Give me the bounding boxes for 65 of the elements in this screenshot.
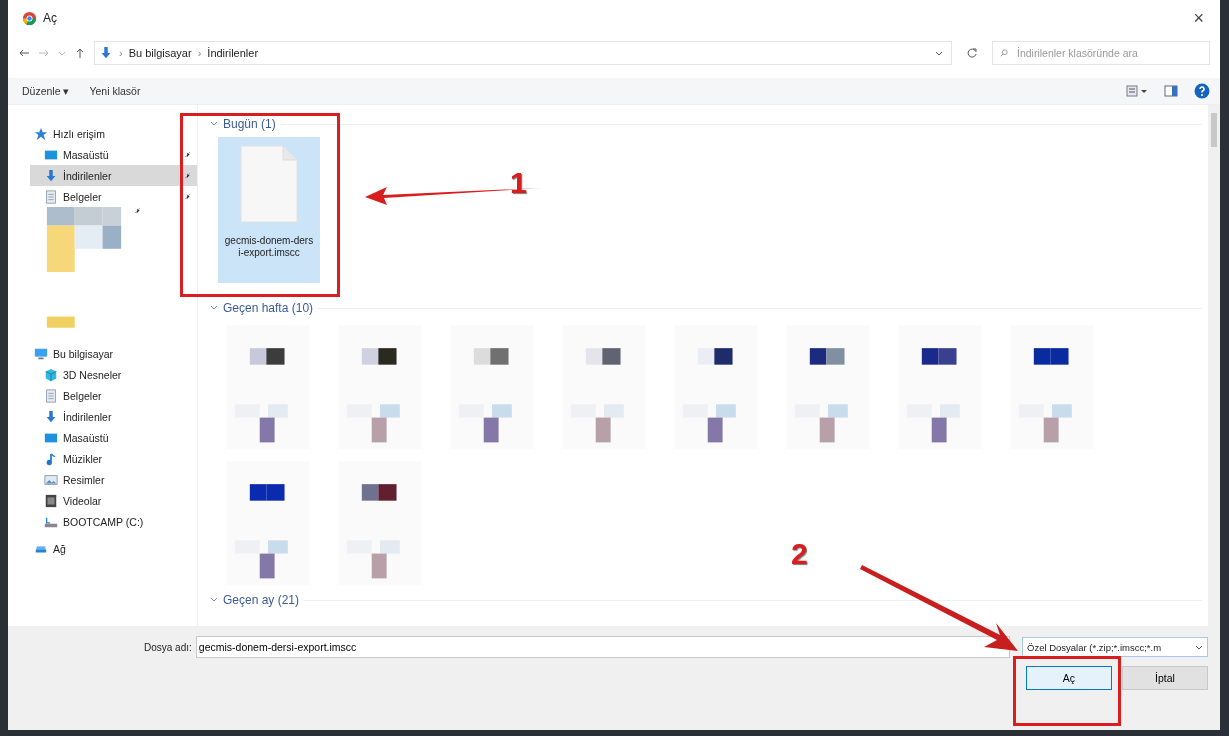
image-icon — [44, 472, 58, 487]
new-folder-button[interactable]: Yeni klasör — [85, 83, 145, 99]
sidebar-item[interactable]: Masaüstü — [30, 144, 197, 165]
breadcrumb-separator: › — [119, 47, 123, 59]
sidebar-item[interactable]: Ağ — [30, 538, 197, 559]
dropdown-caret-icon[interactable] — [935, 49, 943, 57]
file-name: gecmis-donem-dersi-export.imscc — [224, 235, 314, 259]
search-icon — [1000, 49, 1008, 57]
document-icon — [44, 189, 58, 204]
download-icon — [44, 168, 58, 183]
download-icon — [44, 409, 58, 424]
collapse-caret-icon[interactable] — [210, 304, 218, 312]
pin-icon[interactable] — [134, 207, 141, 214]
filename-label: Dosya adı: — [144, 641, 192, 653]
file-item[interactable]: gecmis-donem-dersi-export.imscc — [218, 137, 320, 283]
address-bar[interactable]: › Bu bilgisayar › İndirilenler — [94, 41, 952, 65]
breadcrumb[interactable]: Bu bilgisayar — [128, 47, 192, 59]
group-header[interactable]: Geçen ay (21) — [223, 593, 300, 607]
download-icon — [99, 46, 113, 60]
collapse-caret-icon[interactable] — [210, 120, 218, 128]
filename-field[interactable]: gecmis-donem-dersi-export.imscc — [195, 636, 1010, 658]
dropdown-caret-icon — [1195, 643, 1203, 651]
step-number: 2 — [791, 537, 808, 571]
view-options-icon[interactable] — [1126, 85, 1148, 97]
scrollbar-thumb[interactable] — [1211, 113, 1217, 147]
open-button[interactable]: Aç — [1026, 666, 1112, 690]
breadcrumb-separator: › — [197, 47, 202, 59]
search-field[interactable]: İndirilenler klasöründe ara — [992, 41, 1210, 65]
sidebar-item[interactable]: İndirilenler — [30, 165, 197, 186]
collapse-caret-icon[interactable] — [210, 596, 218, 604]
document-icon — [44, 388, 58, 403]
back-arrow-icon[interactable] — [18, 47, 30, 59]
pin-icon[interactable] — [184, 172, 191, 179]
breadcrumb[interactable]: İndirilenler — [207, 47, 259, 59]
step-number: 1 — [510, 166, 527, 200]
sidebar-item[interactable]: Resimler — [30, 469, 197, 490]
browser-icon — [22, 10, 37, 26]
organize-menu[interactable]: Düzenle ▾ — [18, 83, 74, 99]
cancel-button[interactable]: İptal — [1122, 666, 1208, 690]
group-header[interactable]: Geçen hafta (10) — [223, 301, 314, 315]
group-header[interactable]: Bugün (1) — [223, 117, 276, 131]
refresh-icon[interactable] — [966, 47, 978, 59]
file-icon — [239, 143, 299, 225]
sidebar-item[interactable]: BOOTCAMP (C:) — [30, 511, 197, 532]
window-title: Aç — [43, 11, 57, 25]
computer-icon — [34, 346, 48, 361]
sidebar-item[interactable]: Masaüstü — [30, 427, 197, 448]
close-button[interactable]: × — [1189, 7, 1208, 29]
sidebar-item[interactable]: Bu bilgisayar — [30, 343, 197, 364]
film-icon — [44, 493, 58, 508]
sidebar-item[interactable]: Müzikler — [30, 448, 197, 469]
sidebar-item[interactable]: İndirilenler — [30, 406, 197, 427]
file-type-dropdown[interactable]: Özel Dosyalar (*.zip;*.imscc;*.m — [1022, 637, 1208, 657]
pin-icon[interactable] — [184, 193, 191, 200]
sidebar-item[interactable]: Belgeler — [30, 385, 197, 406]
sidebar-item[interactable]: 3D Nesneler — [30, 364, 197, 385]
sidebar-item[interactable]: Belgeler — [30, 186, 197, 207]
up-arrow-icon[interactable] — [74, 47, 86, 59]
sidebar-item[interactable]: Hızlı erişim — [30, 123, 197, 144]
star-icon — [34, 126, 48, 141]
pin-icon[interactable] — [184, 151, 191, 158]
cube-icon — [44, 367, 58, 382]
music-note-icon — [44, 451, 58, 466]
help-icon[interactable] — [1194, 83, 1210, 99]
sidebar-item[interactable]: Videolar — [30, 490, 197, 511]
